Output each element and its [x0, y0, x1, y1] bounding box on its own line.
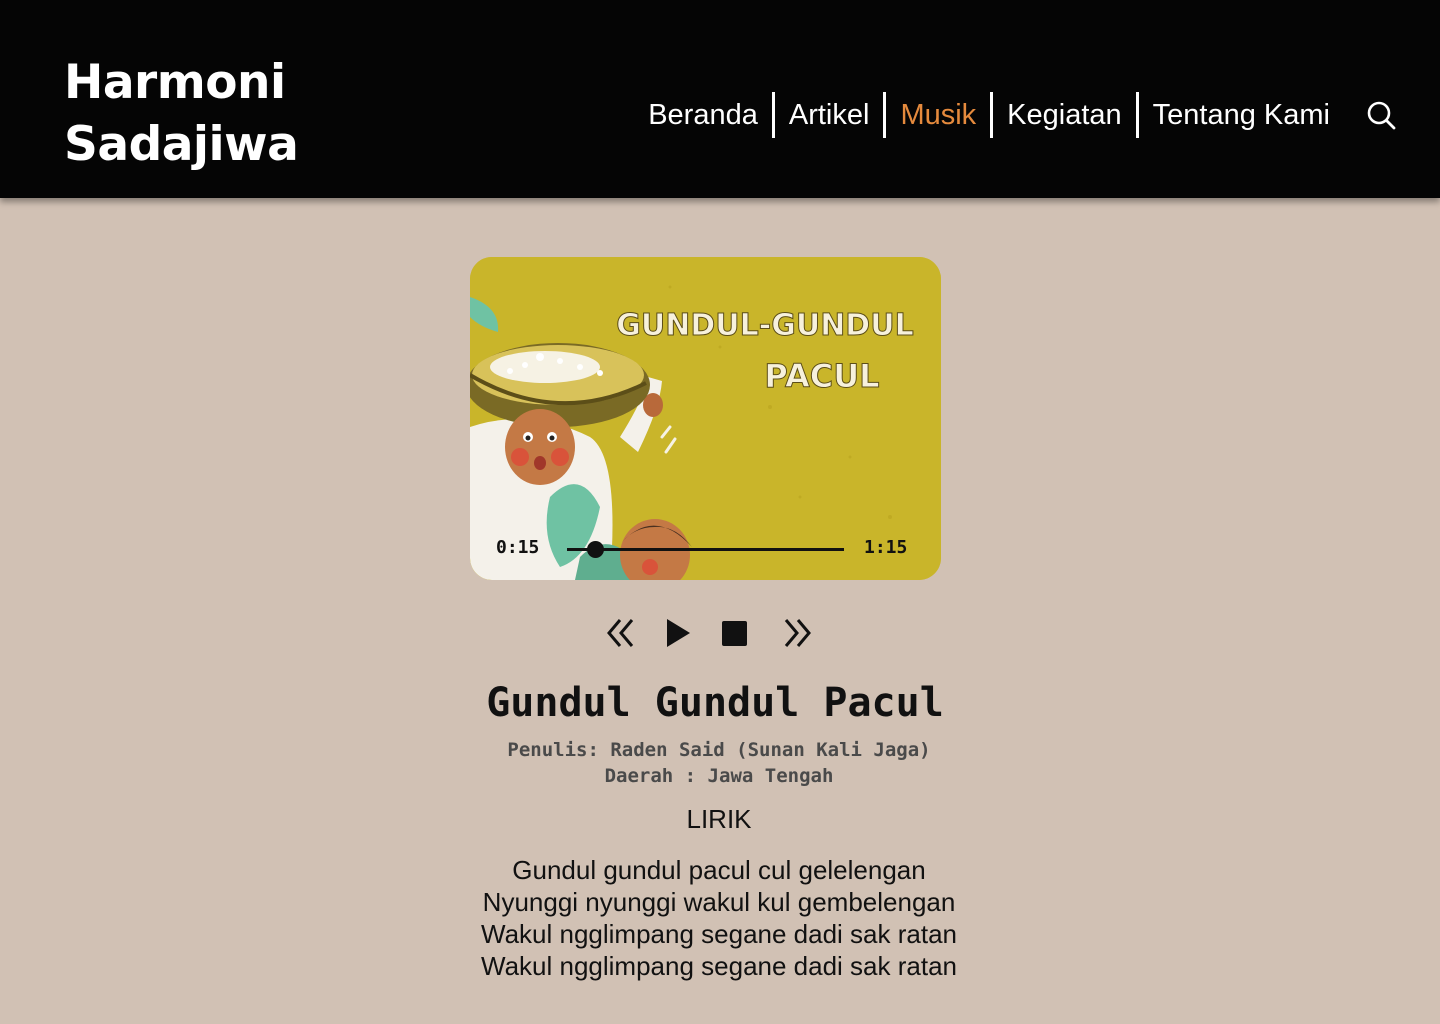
progress-track[interactable]	[567, 548, 844, 551]
lyrics-heading: LIRIK	[686, 804, 752, 834]
song-title: Gundul Gundul Pacul	[486, 680, 944, 726]
total-time: 1:15	[864, 537, 908, 558]
play-icon[interactable]	[665, 618, 691, 653]
main-nav: Beranda Artikel Musik Kegiatan Tentang K…	[634, 92, 1344, 138]
song-region: Daerah : Jawa Tengah	[604, 765, 834, 787]
cover-title-line-1: GUNDUL-GUNDUL	[616, 308, 913, 343]
cover-title-line-2: PACUL	[764, 357, 879, 395]
playback-controls	[600, 612, 820, 654]
lyric-line: Nyunggi nyunggi wakul kul gembelengan	[482, 887, 956, 917]
stop-icon[interactable]	[722, 621, 747, 651]
site-header: Harmoni Sadajiwa Beranda Artikel Musik K…	[0, 0, 1440, 198]
nav-item-beranda[interactable]: Beranda	[634, 92, 772, 138]
nav-item-kegiatan[interactable]: Kegiatan	[990, 92, 1136, 138]
current-time: 0:15	[496, 537, 540, 558]
rewind-icon[interactable]	[606, 617, 636, 654]
song-writer: Penulis: Raden Said (Sunan Kali Jaga)	[507, 739, 931, 761]
lyric-line: Wakul ngglimpang segane dadi sak ratan	[481, 919, 957, 949]
nav-item-artikel[interactable]: Artikel	[771, 92, 884, 138]
search-icon[interactable]	[1366, 100, 1396, 130]
music-player-cover: GUNDUL-GUNDUL PACUL	[470, 257, 941, 580]
lyric-line: Wakul ngglimpang segane dadi sak ratan	[481, 951, 957, 981]
cover-illustration: GUNDUL-GUNDUL PACUL	[470, 257, 941, 580]
lyric-line: Gundul gundul pacul cul gelelengan	[512, 855, 926, 885]
fast-forward-icon[interactable]	[782, 617, 812, 654]
nav-item-tentang-kami[interactable]: Tentang Kami	[1135, 92, 1344, 138]
site-logo[interactable]: Harmoni Sadajiwa	[64, 52, 299, 176]
logo-line-2: Sadajiwa	[64, 117, 299, 172]
logo-line-1: Harmoni	[64, 55, 286, 110]
nav-item-musik[interactable]: Musik	[883, 92, 990, 138]
lyrics: Gundul gundul pacul cul gelelengan Nyung…	[0, 854, 1438, 982]
progress-knob[interactable]	[586, 541, 604, 558]
